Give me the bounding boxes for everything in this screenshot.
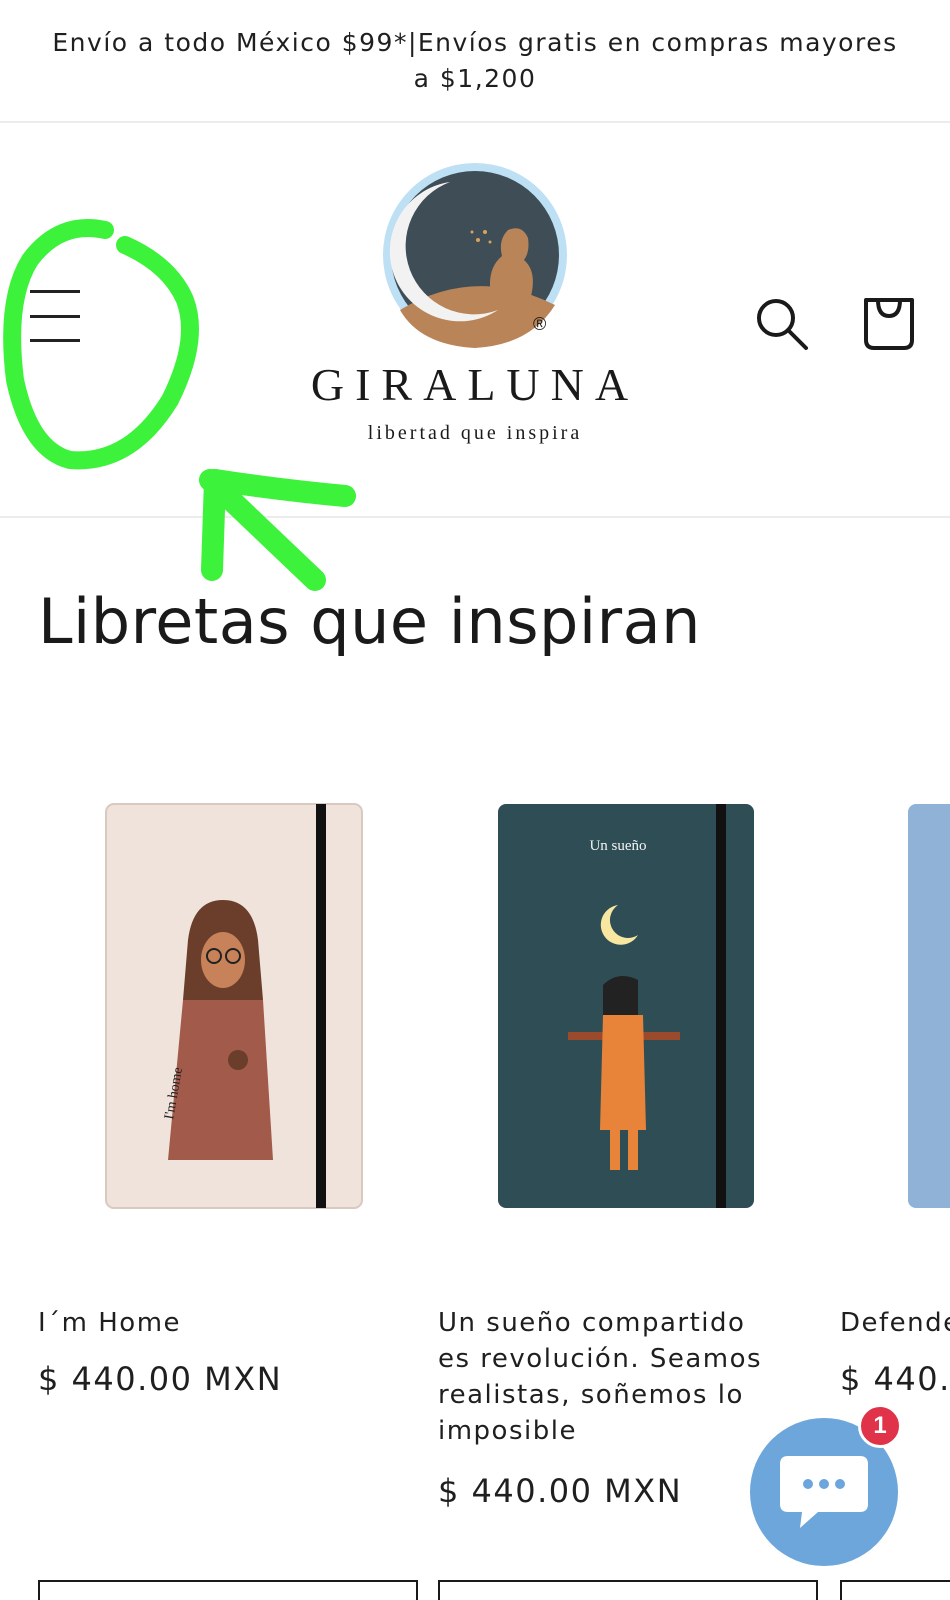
- shopping-bag-icon[interactable]: [862, 296, 916, 350]
- product-price: $ 440.: [840, 1360, 950, 1398]
- product-title[interactable]: Defende: [840, 1305, 950, 1341]
- brand-name: GIRALUNA: [310, 359, 640, 410]
- cover-text-un-sueno: Un sueño: [589, 838, 646, 854]
- product-image-un-sueno[interactable]: Un sueño: [438, 760, 818, 1260]
- brand-tagline: libertad que inspira: [367, 422, 583, 444]
- add-to-cart-button[interactable]: [438, 1580, 818, 1600]
- announcement-text: Envío a todo México $99*|Envíos gratis e…: [52, 27, 898, 93]
- chat-bubble-icon: [780, 1456, 868, 1528]
- add-to-cart-button[interactable]: [840, 1580, 950, 1600]
- product-price: $ 440.00 MXN: [438, 1472, 683, 1510]
- add-to-cart-button[interactable]: [38, 1580, 418, 1600]
- product-title[interactable]: I´m Home: [38, 1305, 378, 1341]
- brand-logo[interactable]: ® GIRALUNA libertad que inspira: [290, 160, 660, 460]
- product-price: $ 440.00 MXN: [38, 1360, 283, 1398]
- announcement-bar: Envío a todo México $99*|Envíos gratis e…: [0, 0, 950, 123]
- product-image-im-home[interactable]: I'm home: [38, 760, 418, 1260]
- product-image-defende[interactable]: [840, 760, 950, 1260]
- hamburger-menu-icon[interactable]: [30, 290, 90, 342]
- search-icon[interactable]: [754, 296, 810, 352]
- section-title: Libretas que inspiran: [38, 585, 701, 658]
- product-card[interactable]: I'm home I´m Home $ 440.00 MXN: [38, 760, 418, 1600]
- chat-notification-badge: 1: [858, 1404, 902, 1448]
- product-title[interactable]: Un sueño compartido es revolución. Seamo…: [438, 1305, 778, 1449]
- registered-mark: ®: [533, 314, 547, 334]
